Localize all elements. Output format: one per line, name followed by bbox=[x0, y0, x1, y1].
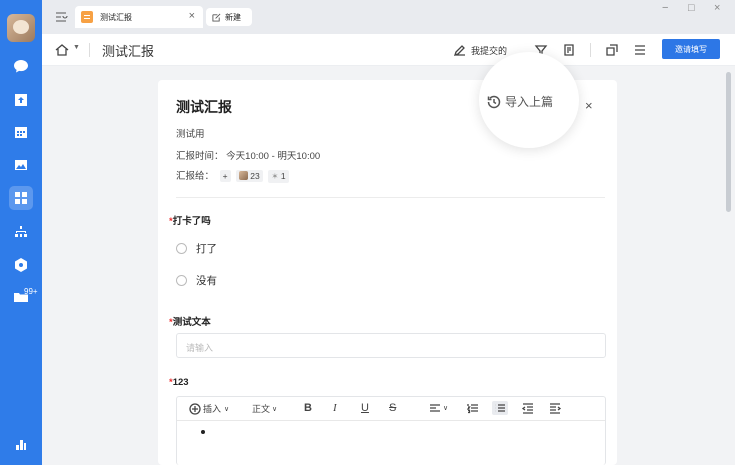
hexagon-icon[interactable] bbox=[9, 253, 33, 277]
radio-option-1-label: 打了 bbox=[196, 243, 217, 255]
report-time: 汇报时间： 今天10:00 - 明天10:00 bbox=[176, 148, 320, 162]
align-icon bbox=[430, 404, 440, 412]
edit-icon bbox=[212, 13, 221, 22]
outdent-button[interactable] bbox=[522, 402, 534, 414]
radio-circle bbox=[176, 275, 187, 286]
star-icon: ✶ bbox=[271, 170, 281, 181]
home-icon[interactable] bbox=[54, 42, 70, 58]
indent-icon bbox=[550, 403, 561, 414]
question-1-text: 打卡了吗 bbox=[172, 216, 211, 227]
list-bullet bbox=[201, 430, 205, 434]
recipient-extra-chip[interactable]: ✶ 1 bbox=[268, 169, 289, 183]
history-icon bbox=[487, 95, 501, 108]
tab-title: 测试汇报 bbox=[100, 12, 132, 22]
image-icon[interactable] bbox=[9, 153, 33, 177]
insert-label: 插入 bbox=[203, 404, 222, 414]
invite-button[interactable]: 邀请填写 bbox=[662, 39, 720, 59]
recipient-extra-count: 1 bbox=[280, 170, 286, 181]
window-close-button[interactable]: × bbox=[714, 2, 720, 14]
ordered-list-icon bbox=[467, 404, 478, 414]
chevron-down-icon: ∨ bbox=[443, 405, 449, 412]
question-1-label: *打卡了吗 bbox=[169, 213, 211, 227]
question-3-label: *123 bbox=[169, 377, 189, 388]
pen-icon bbox=[453, 45, 465, 57]
report-to: 汇报给： + 23 ✶ 1 bbox=[176, 168, 289, 183]
form-close-button[interactable]: × bbox=[585, 98, 593, 113]
underline-button[interactable]: U bbox=[361, 402, 369, 414]
submitted-dropdown[interactable]: 我提交的 bbox=[453, 42, 507, 58]
recipient-avatar bbox=[239, 171, 249, 181]
more-menu-button[interactable] bbox=[633, 42, 647, 58]
chat-icon[interactable] bbox=[9, 54, 33, 78]
org-chart-icon[interactable] bbox=[9, 220, 33, 244]
chevron-down-icon: ∨ bbox=[272, 405, 278, 413]
recipient-count: 23 bbox=[250, 171, 260, 182]
bullet-list-icon bbox=[495, 404, 505, 412]
radio-option-1[interactable]: 打了 bbox=[176, 241, 217, 256]
ordered-list-button[interactable] bbox=[467, 402, 479, 414]
radio-circle bbox=[176, 243, 187, 254]
bullet-list-button[interactable] bbox=[492, 401, 508, 415]
form-description: 测试用 bbox=[176, 129, 205, 140]
plus-circle-icon bbox=[189, 402, 201, 415]
import-previous-button[interactable]: 导入上篇 bbox=[486, 93, 553, 110]
text-style-dropdown[interactable]: 正文 ∨ bbox=[252, 402, 277, 415]
radio-option-2[interactable]: 没有 bbox=[176, 273, 217, 288]
text-style-label: 正文 bbox=[252, 404, 271, 414]
indent-button[interactable] bbox=[549, 402, 561, 414]
avatar[interactable] bbox=[7, 14, 35, 42]
page-title: 测试汇报 bbox=[102, 44, 155, 59]
unread-badge: 99+ bbox=[24, 287, 38, 296]
bold-button[interactable]: B bbox=[304, 402, 312, 414]
strikethrough-button[interactable]: S bbox=[389, 402, 396, 414]
question-3-text: 123 bbox=[172, 377, 189, 388]
italic-button[interactable]: I bbox=[333, 402, 337, 414]
report-time-value: 今天10:00 - 明天10:00 bbox=[226, 151, 321, 162]
tab-menu-icon[interactable] bbox=[54, 10, 68, 24]
apps-grid-icon[interactable] bbox=[9, 186, 33, 210]
tab-close-button[interactable]: × bbox=[189, 10, 195, 22]
document-list-icon bbox=[564, 44, 574, 56]
align-dropdown[interactable]: ∨ bbox=[429, 402, 448, 414]
submitted-label: 我提交的 bbox=[471, 45, 508, 56]
left-rail: 99+ bbox=[0, 0, 42, 465]
copy-window-icon bbox=[606, 44, 618, 56]
outdent-icon bbox=[522, 403, 533, 414]
insert-button[interactable]: 插入 ∨ bbox=[189, 402, 229, 415]
calendar-icon[interactable] bbox=[9, 120, 33, 144]
report-to-label: 汇报给： bbox=[176, 171, 215, 182]
tab-active[interactable]: 测试汇报 × bbox=[75, 6, 203, 28]
stats-icon[interactable] bbox=[9, 432, 33, 456]
header-bar: ▼ 测试汇报 我提交的 邀请填写 bbox=[42, 34, 735, 66]
rich-text-editor[interactable]: 插入 ∨ 正文 ∨ B I U S ∨ bbox=[176, 396, 606, 465]
import-previous-label: 导入上篇 bbox=[505, 95, 554, 109]
recipient-chip[interactable]: 23 bbox=[236, 170, 263, 183]
new-tab-label: 新建 bbox=[225, 12, 241, 22]
report-doc-icon bbox=[81, 11, 93, 23]
new-tab-button[interactable]: 新建 bbox=[206, 8, 252, 26]
tab-bar: 测试汇报 × 新建 − □ × bbox=[42, 0, 735, 34]
add-recipient-button[interactable]: + bbox=[219, 170, 231, 183]
question-2-text: 测试文本 bbox=[172, 317, 211, 328]
form-title: 测试汇报 bbox=[176, 99, 232, 115]
scrollbar-thumb[interactable] bbox=[726, 72, 731, 212]
header-divider-2 bbox=[590, 43, 591, 57]
question-2-label: *测试文本 bbox=[169, 314, 211, 328]
export-button[interactable] bbox=[562, 42, 576, 58]
chevron-down-icon: ∨ bbox=[224, 405, 230, 413]
radio-option-2-label: 没有 bbox=[196, 275, 217, 287]
section-divider bbox=[176, 197, 605, 198]
window-mode-button[interactable] bbox=[605, 42, 619, 58]
calendar-up-icon[interactable] bbox=[9, 88, 33, 112]
menu-icon bbox=[635, 45, 645, 55]
report-time-label: 汇报时间： bbox=[176, 151, 224, 162]
text-answer-input[interactable]: 请输入 bbox=[176, 333, 606, 358]
editor-toolbar: 插入 ∨ 正文 ∨ B I U S ∨ bbox=[177, 397, 605, 421]
minimize-button[interactable]: − bbox=[662, 2, 668, 14]
header-divider bbox=[89, 43, 90, 57]
maximize-button[interactable]: □ bbox=[688, 2, 695, 14]
chevron-down-icon[interactable]: ▼ bbox=[73, 44, 80, 51]
